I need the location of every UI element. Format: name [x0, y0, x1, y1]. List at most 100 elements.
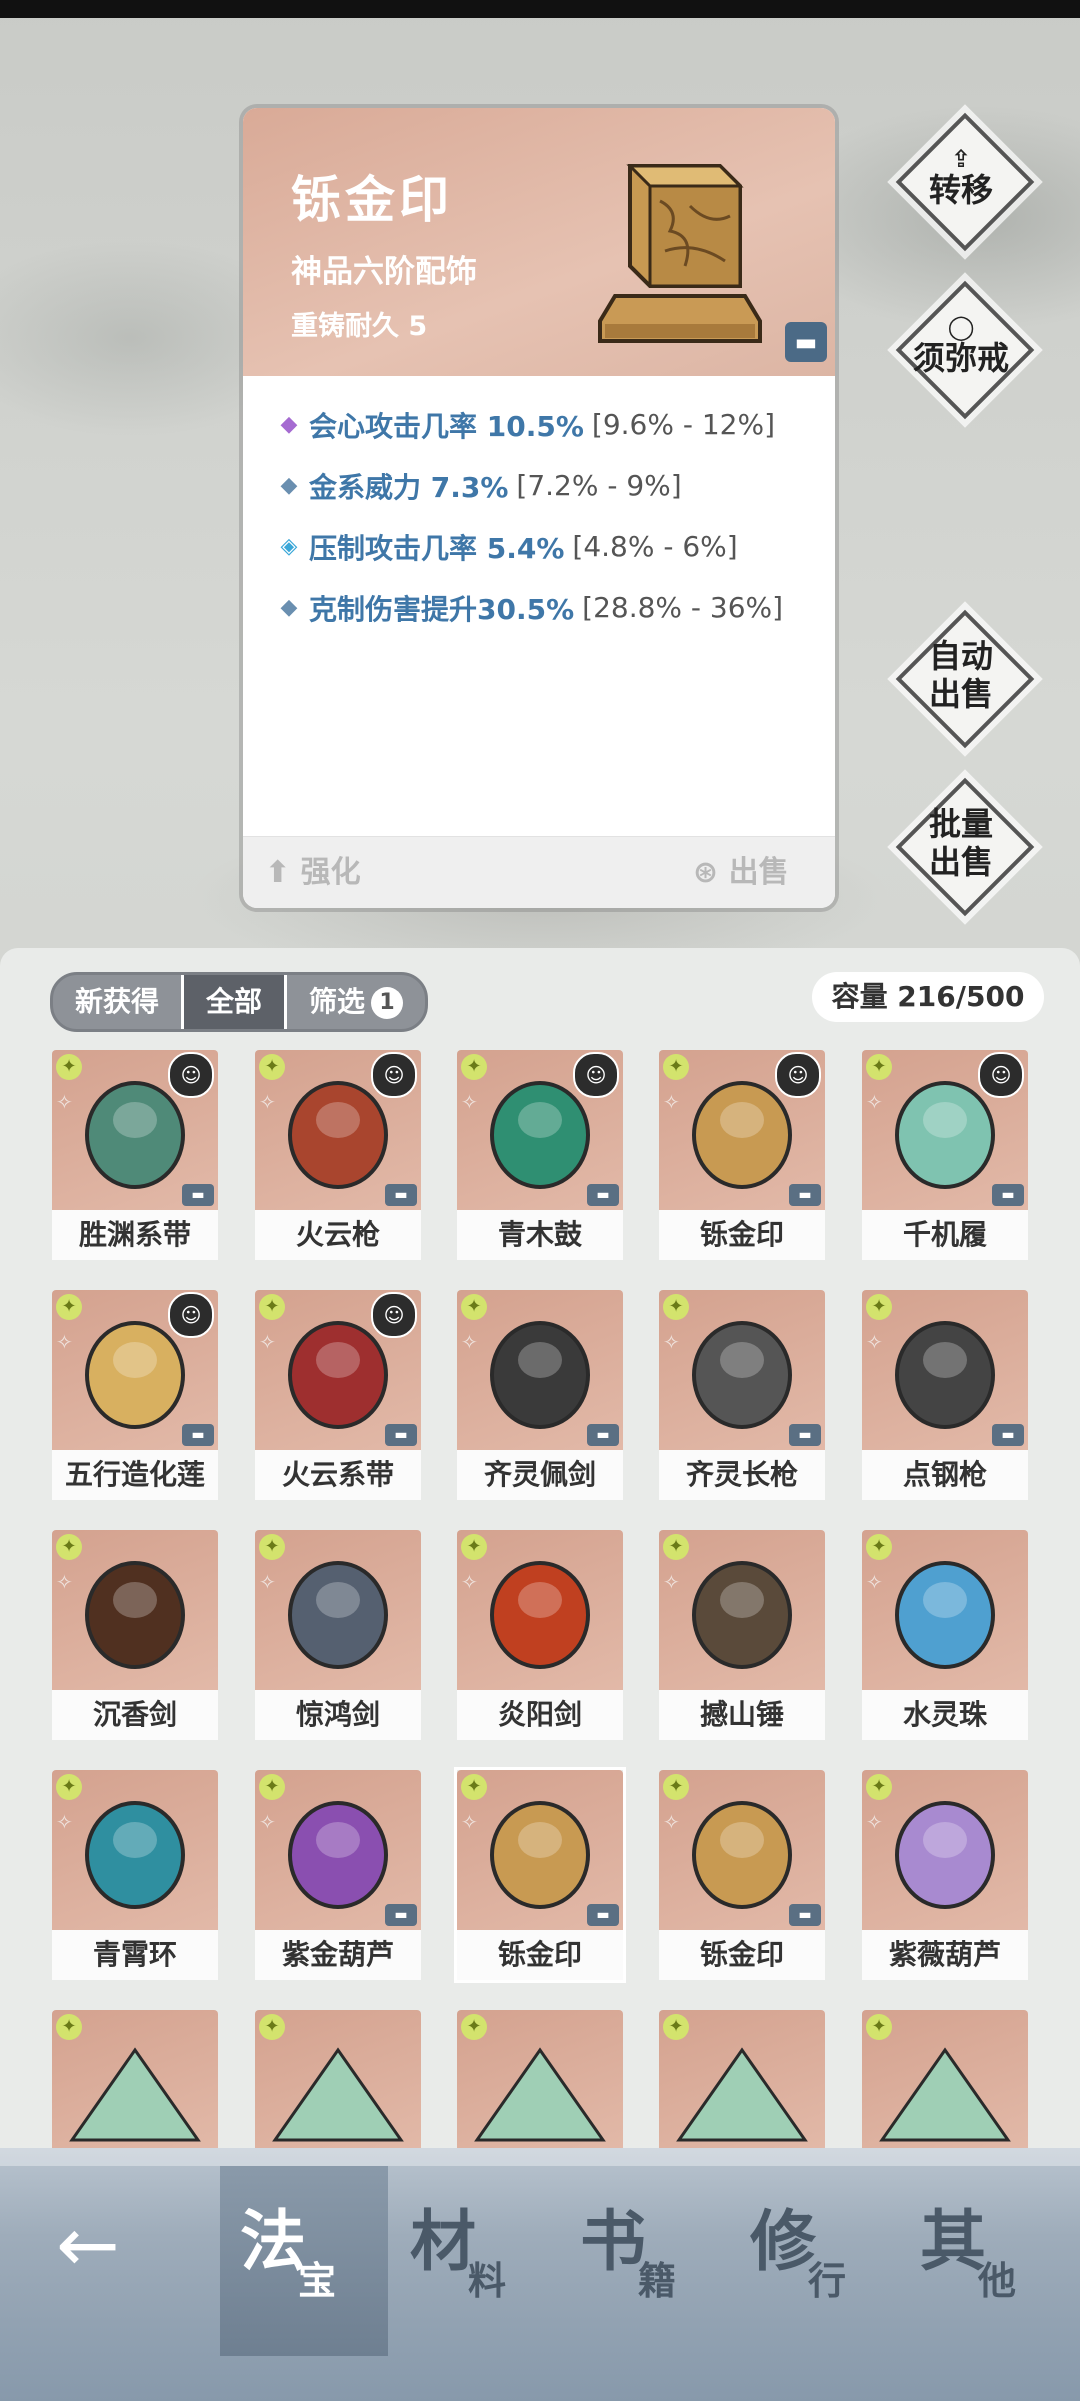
rune-icon: ✧ — [461, 1810, 478, 1834]
element-icon: ✦ — [866, 1054, 892, 1080]
inventory-item-partial[interactable]: ✦ — [255, 2010, 421, 2150]
upload-icon: ⇪ — [950, 145, 972, 173]
inventory-item[interactable]: ✦ ✧ 惊鸿剑 — [255, 1530, 421, 1740]
attribute-row: ◆ 金系威力 7.3% [7.2% - 9%] — [269, 455, 829, 516]
diamond-icon: ◆ — [280, 412, 298, 437]
tab-materials[interactable]: 材 料 — [390, 2166, 558, 2356]
element-icon: ✦ — [663, 1774, 689, 1800]
inventory-item[interactable]: ✦ ✧ ☺ ▬ 千机履 — [862, 1050, 1028, 1260]
back-arrow-icon[interactable]: ← — [56, 2207, 152, 2283]
rune-icon: ✧ — [461, 1090, 478, 1114]
inventory-item[interactable]: ✦ ✧ ▬ 紫金葫芦 — [255, 1770, 421, 1980]
inventory-item[interactable]: ✦ ✧ 紫薇葫芦 — [862, 1770, 1028, 1980]
item-art: ✦ ✧ — [659, 1530, 825, 1690]
attribute-name: 金系威力 7.3% — [309, 470, 509, 504]
item-art: ✦ — [659, 2010, 825, 2150]
rune-icon: ✧ — [56, 1810, 73, 1834]
item-detail-card: 铄金印 神品六阶配饰 重铸耐久 5 ▬ ◆ 会心攻击几率 10.5% [9.6%… — [243, 108, 835, 908]
attribute-name: 压制攻击几率 5.4% — [309, 531, 565, 565]
item-art: ✦ ✧ ▬ — [457, 1290, 623, 1450]
hero-avatar: ☺ — [168, 1052, 214, 1098]
lock-icon[interactable]: ▬ — [785, 322, 827, 362]
inventory-item[interactable]: ✦ ✧ ▬ 铄金印 — [457, 1770, 623, 1980]
lock-icon: ▬ — [992, 1184, 1024, 1206]
inventory-item[interactable]: ✦ ✧ 青霄环 — [52, 1770, 218, 1980]
inventory-item-partial[interactable]: ✦ — [862, 2010, 1028, 2150]
item-label: 紫金葫芦 — [255, 1930, 421, 1980]
item-art: ✦ ✧ — [862, 1770, 1028, 1930]
tab-books-big: 书 — [580, 2203, 646, 2280]
tab-fabao[interactable]: 法 宝 — [220, 2166, 388, 2356]
item-label: 齐灵长枪 — [659, 1450, 825, 1500]
enhance-button[interactable]: ⬆ 强化 — [265, 837, 361, 908]
inventory-item[interactable]: ✦ ✧ ☺ ▬ 火云枪 — [255, 1050, 421, 1260]
transfer-button[interactable]: ⇪ 转移 — [895, 112, 1035, 252]
filter-count-badge: 1 — [371, 987, 404, 1019]
lock-icon: ▬ — [385, 1424, 417, 1446]
inventory-item[interactable]: ✦ ✧ 炎阳剑 — [457, 1530, 623, 1740]
tab-other-small: 他 — [978, 2259, 1017, 2303]
element-icon: ✦ — [663, 1294, 689, 1320]
tab-cultivation-big: 修 — [750, 2203, 816, 2280]
item-art: ✦ ✧ — [457, 1530, 623, 1690]
item-label: 铄金印 — [457, 1930, 623, 1980]
tab-books[interactable]: 书 籍 — [560, 2166, 728, 2356]
inventory-item[interactable]: ✦ ✧ 撼山锤 — [659, 1530, 825, 1740]
filter-all-tab[interactable]: 全部 — [181, 975, 288, 1029]
rune-icon: ✧ — [663, 1570, 680, 1594]
inventory-item[interactable]: ✦ ✧ 水灵珠 — [862, 1530, 1028, 1740]
inventory-item-partial[interactable]: ✦ — [52, 2010, 218, 2150]
sell-label: 出售 — [728, 855, 789, 890]
element-icon: ✦ — [56, 1294, 82, 1320]
batch-sell-button[interactable]: 批量 出售 — [895, 777, 1035, 917]
inventory-item[interactable]: ✦ ✧ ☺ ▬ 青木鼓 — [457, 1050, 623, 1260]
diamond-icon: ◆ — [280, 473, 298, 498]
inventory-item[interactable]: ✦ ✧ ☺ ▬ 铄金印 — [659, 1050, 825, 1260]
inventory-item[interactable]: ✦ ✧ 沉香剑 — [52, 1530, 218, 1740]
item-art: ✦ — [862, 2010, 1028, 2150]
element-icon: ✦ — [461, 1294, 487, 1320]
item-label: 千机履 — [862, 1210, 1028, 1260]
element-icon: ✦ — [259, 1534, 285, 1560]
filter-new-tab[interactable]: 新获得 — [53, 975, 181, 1029]
tab-cultivation-small: 行 — [808, 2259, 847, 2303]
sell-button[interactable]: ⊛ 出售 — [693, 837, 789, 908]
inventory-item[interactable]: ✦ ✧ ☺ ▬ 五行造化莲 — [52, 1290, 218, 1500]
inventory-item[interactable]: ✦ ✧ ☺ ▬ 胜渊系带 — [52, 1050, 218, 1260]
attribute-range: [4.8% - 6%] — [572, 530, 738, 563]
inventory-item[interactable]: ✦ ✧ ▬ 齐灵佩剑 — [457, 1290, 623, 1500]
item-art: ✦ ✧ ☺ ▬ — [52, 1050, 218, 1210]
filter-button[interactable]: 筛选 1 — [287, 975, 425, 1029]
item-art: ✦ ✧ ☺ ▬ — [255, 1050, 421, 1210]
inventory-item-partial[interactable]: ✦ — [659, 2010, 825, 2150]
inventory-item[interactable]: ✦ ✧ ▬ 铄金印 — [659, 1770, 825, 1980]
item-art: ✦ ✧ ☺ ▬ — [862, 1050, 1028, 1210]
inventory-item[interactable]: ✦ ✧ ▬ 点钢枪 — [862, 1290, 1028, 1500]
inventory-item-partial[interactable]: ✦ — [457, 2010, 623, 2150]
lock-icon: ▬ — [587, 1184, 619, 1206]
element-icon: ✦ — [461, 1774, 487, 1800]
xumi-ring-label: 须弥戒 — [912, 339, 1009, 377]
tab-other[interactable]: 其 他 — [900, 2166, 1068, 2356]
auto-sell-button[interactable]: 自动 出售 — [895, 609, 1035, 749]
bottom-nav: ← 法 宝 材 料 书 籍 修 行 其 他 — [0, 2148, 1080, 2401]
item-label: 惊鸿剑 — [255, 1690, 421, 1740]
item-label: 水灵珠 — [862, 1690, 1028, 1740]
batch-sell-label-2: 出售 — [928, 843, 993, 881]
item-label: 撼山锤 — [659, 1690, 825, 1740]
item-art: ✦ ✧ ▬ — [457, 1770, 623, 1930]
item-art: ✦ ✧ ☺ ▬ — [457, 1050, 623, 1210]
enhance-label: 强化 — [300, 855, 361, 890]
auto-sell-label-2: 出售 — [928, 675, 993, 713]
tab-cultivation[interactable]: 修 行 — [730, 2166, 898, 2356]
attribute-range: [28.8% - 36%] — [582, 591, 784, 624]
tab-fabao-big: 法 — [240, 2203, 306, 2280]
xumi-ring-button[interactable]: ◯ 须弥戒 — [895, 280, 1035, 420]
rune-icon: ✧ — [56, 1090, 73, 1114]
lock-icon: ▬ — [385, 1184, 417, 1206]
inventory-item[interactable]: ✦ ✧ ▬ 齐灵长枪 — [659, 1290, 825, 1500]
inventory-item[interactable]: ✦ ✧ ☺ ▬ 火云系带 — [255, 1290, 421, 1500]
tab-materials-big: 材 — [410, 2203, 476, 2280]
hero-avatar: ☺ — [371, 1292, 417, 1338]
item-grade: 神品六阶配饰 — [291, 254, 477, 290]
